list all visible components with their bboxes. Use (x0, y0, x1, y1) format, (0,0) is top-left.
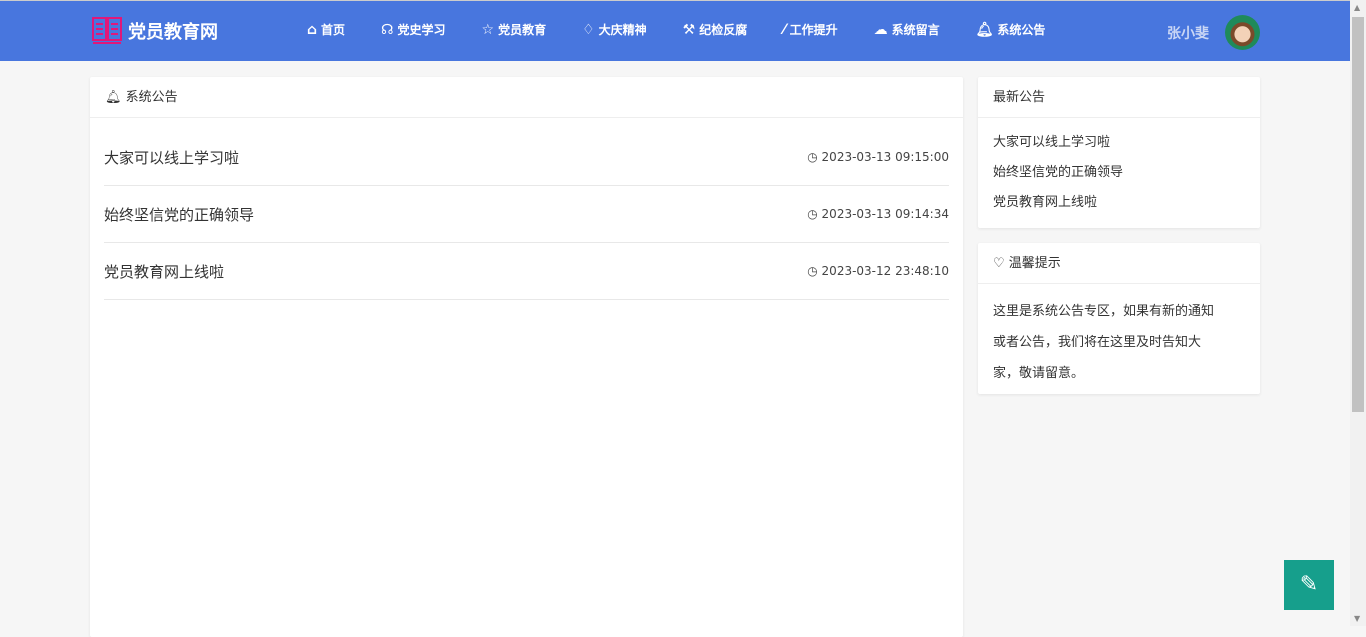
user-name[interactable]: 张小斐 (1167, 23, 1209, 43)
nav-item[interactable]: ♢ 大庆精神 (582, 21, 647, 38)
tips-title: 温馨提示 (1008, 256, 1061, 271)
tips-panel: ♡ 温馨提示 这里是系统公告专区，如果有新的通知或者公告，我们将在这里及时告知大… (978, 243, 1260, 394)
scroll-down-icon[interactable]: ▼ (1354, 614, 1360, 623)
nav-item-label: 党史学习 (397, 23, 446, 37)
nav-item[interactable]: ☊ 党史学习 (381, 21, 445, 38)
nav-item-label: 首页 (321, 23, 346, 37)
latest-title: 最新公告 (978, 77, 1260, 118)
announcement-row[interactable]: 大家可以线上学习啦 ◷ 2023-03-13 09:15:00 (104, 129, 949, 186)
comments-icon: ☁ (873, 21, 888, 38)
gavel-icon: ⚒ (682, 21, 696, 38)
announcement-time: 2023-03-13 09:15:00 (821, 150, 949, 164)
scrollbar-thumb[interactable] (1352, 17, 1364, 412)
home-icon: ⌂ (307, 21, 318, 38)
clock-icon: ◷ (807, 207, 818, 221)
scroll-up-icon[interactable]: ▲ (1354, 3, 1360, 12)
latest-item[interactable]: 大家可以线上学习啦 (978, 128, 1260, 158)
nav-item-label: 大庆精神 (598, 23, 647, 37)
tips-text: 这里是系统公告专区，如果有新的通知或者公告，我们将在这里及时告知大家，敬请留意。 (993, 304, 1215, 381)
nav-item-label: 纪检反腐 (699, 23, 748, 37)
headphones-icon: ☊ (381, 21, 394, 38)
announcement-title[interactable]: 党员教育网上线啦 (104, 261, 224, 282)
clock-icon: ◷ (807, 264, 818, 278)
latest-item[interactable]: 党员教育网上线啦 (978, 188, 1260, 218)
pencil-icon: ✎ (1299, 572, 1319, 597)
site-name: 党员教育网 (128, 22, 218, 43)
panel-title: 系统公告 (125, 90, 178, 105)
nav-item-label: 党员教育 (498, 23, 547, 37)
nav-item[interactable]: 🔔︎ 系统公告 (976, 21, 1046, 38)
lightbulb-icon: ♢ (582, 21, 595, 38)
announcement-row[interactable]: 始终坚信党的正确领导 ◷ 2023-03-13 09:14:34 (104, 186, 949, 243)
site-logo[interactable]: 党员教育网 (92, 17, 218, 45)
nav-item[interactable]: ⚒ 纪检反腐 (683, 21, 748, 38)
book-icon (92, 17, 122, 44)
heart-icon: ♡ (993, 256, 1005, 271)
magic-icon: ⁄ (783, 21, 786, 38)
latest-item[interactable]: 始终坚信党的正确领导 (978, 158, 1260, 188)
nav-item-label: 工作提升 (789, 23, 838, 37)
star-icon: ☆ (481, 21, 495, 38)
bell-icon: 🔔︎ (975, 21, 994, 38)
announcement-time: 2023-03-12 23:48:10 (821, 264, 949, 278)
announcement-title[interactable]: 始终坚信党的正确领导 (104, 204, 254, 225)
avatar[interactable] (1225, 15, 1260, 50)
clock-icon: ◷ (807, 150, 818, 164)
nav-item[interactable]: ☆ 党员教育 (482, 21, 547, 38)
bell-icon: 🔔︎ (105, 90, 122, 105)
nav-item[interactable]: ⁄ 工作提升 (783, 21, 837, 38)
edit-button[interactable]: ✎ (1284, 560, 1334, 610)
scrollbar[interactable]: ▲ ▼ (1350, 0, 1366, 626)
announcement-title[interactable]: 大家可以线上学习啦 (104, 147, 239, 168)
nav-item[interactable]: ☁ 系统留言 (874, 21, 940, 38)
announcement-row[interactable]: 党员教育网上线啦 ◷ 2023-03-12 23:48:10 (104, 243, 949, 300)
announcement-panel: 🔔︎ 系统公告 大家可以线上学习啦 ◷ 2023-03-13 09:15:00 始终… (90, 77, 963, 637)
latest-announcements: 最新公告 大家可以线上学习啦 始终坚信党的正确领导 党员教育网上线啦 (978, 77, 1260, 228)
nav-item-label: 系统公告 (997, 23, 1046, 37)
nav-item[interactable]: ⌂ 首页 (307, 21, 345, 38)
top-navbar: 党员教育网 ⌂ 首页 ☊ 党史学习 ☆ 党员教育 ♢ 大庆精神 ⚒ 纪检反腐 ⁄ 工作提升 ☁ 系统留言 🔔… (0, 0, 1350, 61)
nav-item-label: 系统留言 (891, 23, 940, 37)
announcement-time: 2023-03-13 09:14:34 (821, 207, 949, 221)
